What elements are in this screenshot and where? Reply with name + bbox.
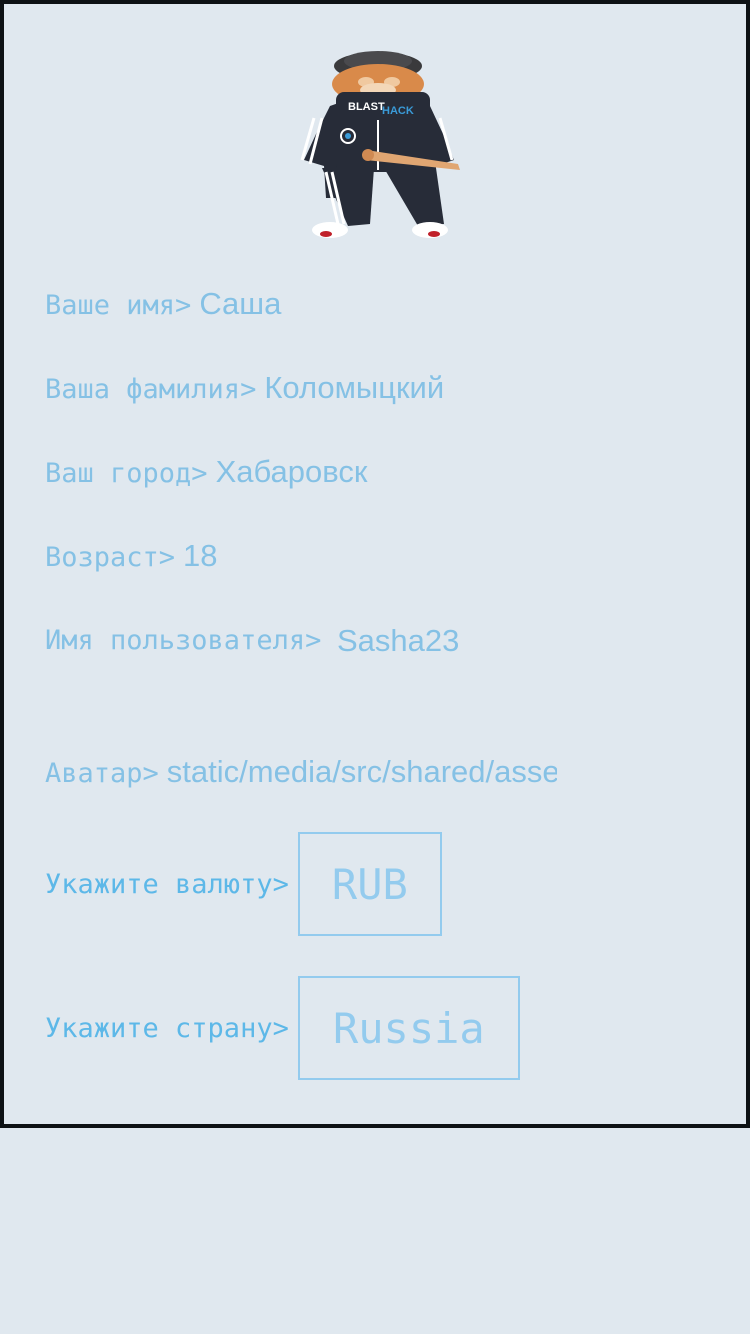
city-field: Ваш город> Хабаровск xyxy=(45,454,367,490)
age-value[interactable]: 18 xyxy=(183,538,217,574)
surname-label: Ваша фамилия> xyxy=(45,374,257,405)
age-label: Возраст> xyxy=(45,542,176,573)
username-label: Имя пользователя> xyxy=(45,625,322,656)
currency-label: Укажите валюту> xyxy=(45,868,289,900)
country-field: Укажите страну> Russia xyxy=(45,976,520,1080)
profile-avatar: BLAST HACK xyxy=(294,48,466,244)
country-label: Укажите страну> xyxy=(45,1012,289,1044)
cat-in-tracksuit-icon: BLAST HACK xyxy=(300,51,460,238)
profile-card: BLAST HACK Ваше имя> Саша Ваша фамилия> … xyxy=(0,0,750,1128)
surname-field: Ваша фамилия> Коломыцкий xyxy=(45,370,444,406)
country-select[interactable]: Russia xyxy=(297,976,520,1080)
name-label: Ваше имя> xyxy=(45,290,192,321)
surname-value[interactable]: Коломыцкий xyxy=(264,370,444,406)
avatar-field: Аватар> static/media/src/shared/assets xyxy=(45,754,557,790)
avatar-label: Аватар> xyxy=(45,758,159,789)
currency-select[interactable]: RUB xyxy=(297,832,442,936)
name-field: Ваше имя> Саша xyxy=(45,286,281,322)
username-field: Имя пользователя> Sasha23 xyxy=(45,622,459,665)
avatar-path-value[interactable]: static/media/src/shared/assets xyxy=(167,754,557,790)
blast-logo-text: BLAST xyxy=(348,101,385,113)
city-label: Ваш город> xyxy=(45,458,208,489)
username-value[interactable]: Sasha23 xyxy=(337,622,459,660)
name-value[interactable]: Саша xyxy=(199,286,281,322)
city-value[interactable]: Хабаровск xyxy=(216,454,368,490)
currency-field: Укажите валюту> RUB xyxy=(45,832,442,936)
age-field: Возраст> 18 xyxy=(45,538,218,574)
hack-logo-text: HACK xyxy=(382,105,414,117)
